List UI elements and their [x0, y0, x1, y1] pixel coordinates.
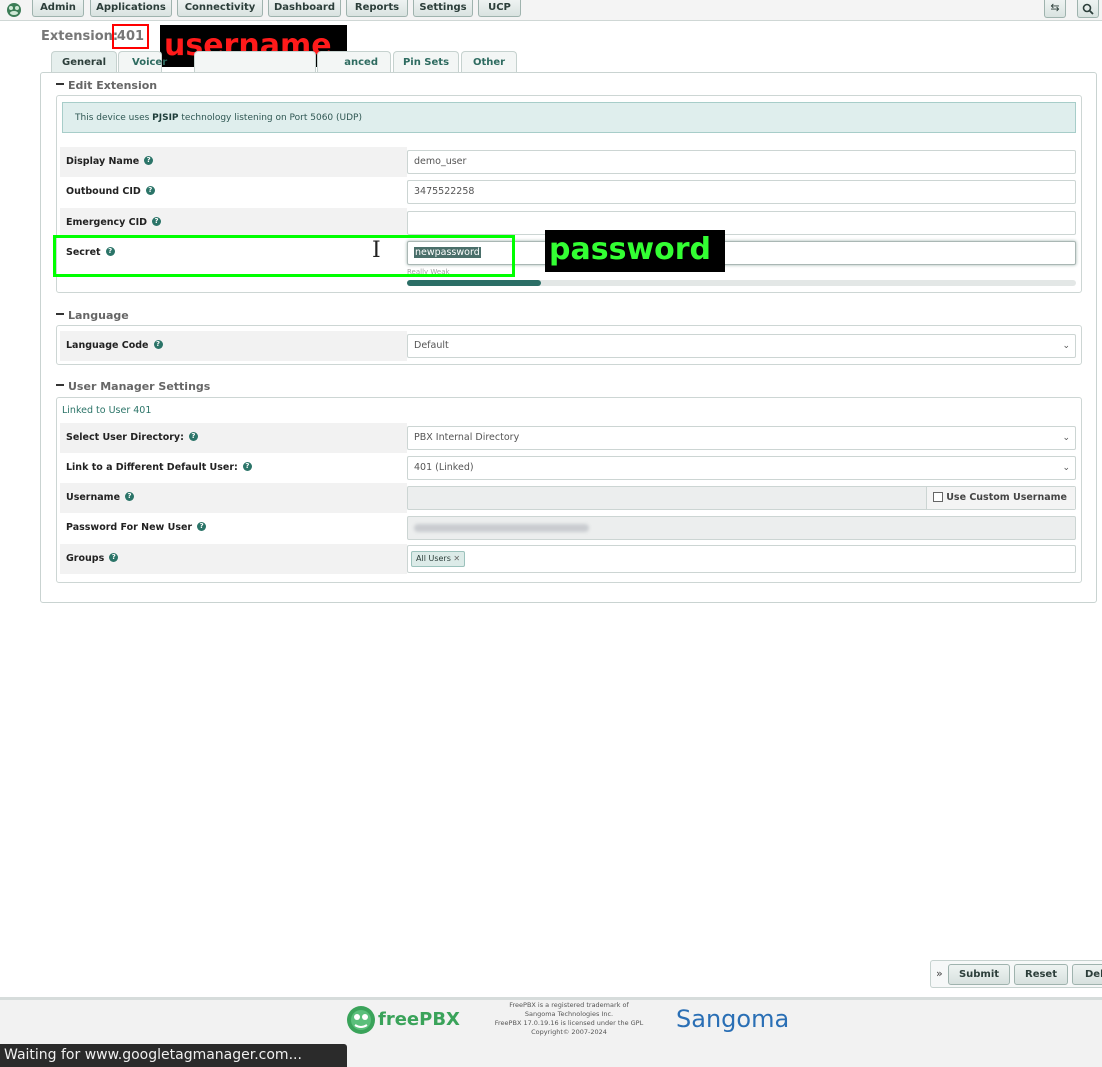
sangoma-logo[interactable]: Sangoma [676, 1005, 789, 1033]
annotation-password: password [545, 230, 725, 272]
checkbox-icon[interactable] [933, 491, 944, 502]
info-tech: PJSIP [152, 113, 179, 123]
language-code-label: Language Code? [60, 331, 407, 361]
nav-dashboard[interactable]: Dashboard [268, 0, 341, 17]
help-icon[interactable]: ? [152, 217, 162, 226]
row-username: Username? Use Custom Username [60, 483, 1078, 513]
help-icon[interactable]: ? [109, 553, 119, 562]
freepbx-logo-icon[interactable] [4, 1, 24, 18]
password-strength-fill [407, 280, 541, 286]
emergency-cid-label: Emergency CID? [60, 208, 407, 238]
top-nav: Admin Applications Connectivity Dashboar… [0, 0, 1102, 21]
user-directory-select[interactable]: PBX Internal Directory ⌄ [407, 426, 1076, 450]
outbound-cid-input[interactable]: 3475522258 [407, 180, 1076, 204]
extension-label: Extension: [41, 29, 119, 44]
groups-label: Groups? [60, 544, 407, 574]
blurred-password [414, 523, 589, 532]
row-user-directory: Select User Directory:? PBX Internal Dir… [60, 423, 1078, 453]
tab-advanced[interactable]: anced [317, 51, 391, 73]
nav-admin[interactable]: Admin [32, 0, 84, 17]
help-icon[interactable]: ? [144, 156, 154, 165]
tab-voicemail[interactable]: Voicer [118, 51, 167, 73]
tab-other[interactable]: Other [461, 51, 517, 73]
row-language-code: Language Code? Default ⌄ [60, 331, 1078, 361]
language-code-select[interactable]: Default ⌄ [407, 334, 1076, 358]
annotation-highlight-secret [53, 235, 515, 277]
row-outbound-cid: Outbound CID? 3475522258 [60, 177, 1078, 207]
collapse-icon[interactable] [56, 313, 64, 315]
section-edit-extension[interactable]: Edit Extension [56, 79, 157, 92]
section-title-text: Edit Extension [68, 79, 158, 92]
help-icon[interactable]: ? [125, 492, 135, 501]
help-icon[interactable]: ? [145, 186, 155, 195]
new-user-password-label: Password For New User? [60, 513, 407, 543]
outbound-cid-label: Outbound CID? [60, 177, 407, 207]
help-icon[interactable]: ? [153, 340, 163, 349]
section-title-text: Language [68, 309, 129, 322]
search-icon[interactable] [1077, 0, 1099, 18]
linked-user-text: Linked to User 401 [62, 405, 152, 416]
help-icon[interactable]: ? [197, 522, 207, 531]
submit-button[interactable]: Submit [948, 964, 1010, 985]
row-new-user-password: Password For New User? [60, 513, 1078, 543]
extension-number: 401 [112, 24, 149, 49]
freepbx-logo-icon[interactable] [345, 1004, 379, 1036]
row-display-name: Display Name? demo_user [60, 147, 1078, 177]
section-language[interactable]: Language [56, 309, 129, 322]
action-bar: » Submit Reset Del [930, 960, 1102, 988]
info-text-suffix: technology listening on Port 5060 (UDP) [178, 113, 362, 123]
default-user-select[interactable]: 401 (Linked) ⌄ [407, 456, 1076, 480]
emergency-cid-input[interactable] [407, 211, 1076, 235]
custom-username-checkbox[interactable]: Use Custom Username [926, 487, 1075, 509]
nav-reports[interactable]: Reports [346, 0, 408, 17]
collapse-icon[interactable] [56, 83, 64, 85]
freepbx-wordmark: freePBX [378, 1009, 460, 1030]
row-default-user: Link to a Different Default User:? 401 (… [60, 453, 1078, 483]
help-icon[interactable]: ? [188, 432, 198, 441]
groups-input[interactable]: All Users ✕ [407, 545, 1076, 573]
chevron-down-icon: ⌄ [1062, 341, 1070, 351]
group-chip: All Users ✕ [411, 551, 466, 567]
password-strength-bar [407, 280, 1076, 286]
user-directory-label: Select User Directory:? [60, 423, 407, 453]
new-user-password-input [407, 516, 1076, 540]
text-cursor-icon: I [372, 238, 381, 263]
help-icon[interactable]: ? [242, 462, 252, 471]
username-input: Use Custom Username [407, 486, 1076, 510]
tab-general[interactable]: General [51, 51, 117, 73]
section-title-text: User Manager Settings [68, 380, 211, 393]
delete-button[interactable]: Del [1072, 964, 1102, 985]
tab-pin-sets[interactable]: Pin Sets [393, 51, 459, 73]
display-name-input[interactable]: demo_user [407, 150, 1076, 174]
tab-hidden[interactable] [194, 51, 316, 73]
default-user-label: Link to a Different Default User:? [60, 453, 407, 483]
nav-connectivity[interactable]: Connectivity [177, 0, 263, 17]
section-user-manager[interactable]: User Manager Settings [56, 380, 210, 393]
reset-button[interactable]: Reset [1014, 964, 1068, 985]
row-groups: Groups? All Users ✕ [60, 544, 1078, 574]
remove-icon[interactable]: ✕ [453, 554, 460, 563]
info-text-prefix: This device uses [75, 113, 153, 123]
nav-ucp[interactable]: UCP [478, 0, 521, 17]
legal-text: FreePBX is a registered trademark of San… [494, 1001, 644, 1036]
display-name-label: Display Name? [60, 147, 407, 177]
collapse-icon[interactable] [56, 384, 64, 386]
chevron-down-icon: ⌄ [1062, 463, 1070, 473]
nav-settings[interactable]: Settings [413, 0, 473, 17]
collapse-actions-icon[interactable]: » [936, 967, 943, 980]
username-label: Username? [60, 483, 407, 513]
browser-status-bar: Waiting for www.googletagmanager.com... [0, 1044, 347, 1067]
nav-applications[interactable]: Applications [90, 0, 172, 17]
device-info-alert: This device uses PJSIP technology listen… [62, 102, 1076, 133]
chevron-down-icon: ⌄ [1062, 433, 1070, 443]
language-icon[interactable]: ⇆ [1044, 0, 1066, 18]
